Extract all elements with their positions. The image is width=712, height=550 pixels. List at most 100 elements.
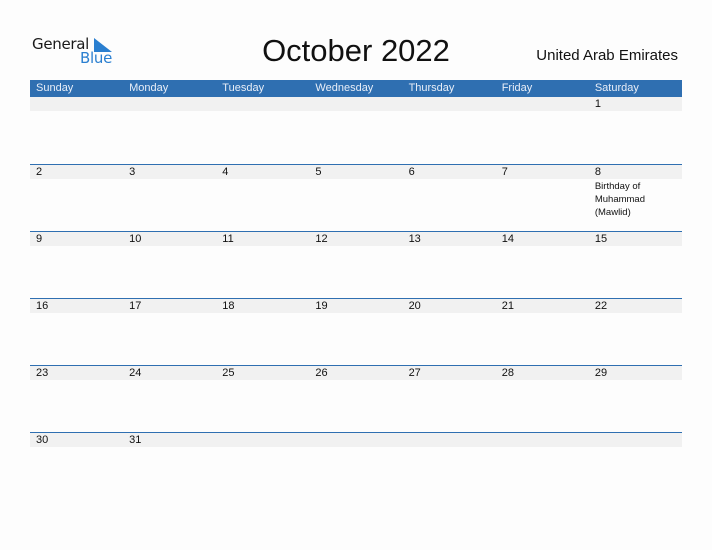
week-row: 1 <box>30 97 682 164</box>
day-number: 6 <box>408 166 415 178</box>
week-cells: 9 10 11 12 13 14 15 <box>30 232 682 246</box>
day-number: 4 <box>222 166 229 178</box>
day-number: 16 <box>36 300 49 312</box>
week-row: 23 24 25 26 27 28 29 <box>30 365 682 432</box>
day-number: 31 <box>129 434 142 446</box>
weeks-container: 1 2 3 4 5 6 7 8 Birthday of Muhammad (Mawlid) 9 10… <box>30 97 682 499</box>
day-cell: 7 <box>496 165 589 219</box>
day-number: 17 <box>129 300 142 312</box>
day-cell <box>30 97 123 111</box>
day-number: 22 <box>594 300 608 312</box>
day-number <box>502 97 589 111</box>
day-cell: 19 <box>309 299 402 313</box>
day-cell: 3 <box>123 165 216 219</box>
day-number: 21 <box>501 300 514 312</box>
day-cell: 2 <box>30 165 123 219</box>
country-label: United Arab Emirates <box>536 47 678 64</box>
day-cell: 29 <box>589 366 682 380</box>
day-number <box>129 97 216 111</box>
day-number: 12 <box>315 233 328 245</box>
day-number: 11 <box>222 233 234 245</box>
day-cell <box>589 433 682 447</box>
day-cell: 4 <box>216 165 309 219</box>
week-cells: 16 17 18 19 20 21 22 <box>30 299 682 313</box>
day-cell: 12 <box>309 232 402 246</box>
day-number <box>502 433 589 447</box>
day-cell <box>496 97 589 111</box>
day-number: 28 <box>501 367 514 379</box>
day-number <box>36 97 123 111</box>
day-number: 5 <box>315 166 322 178</box>
day-cell <box>403 97 496 111</box>
day-number <box>222 97 309 111</box>
day-cell: 24 <box>123 366 216 380</box>
day-number <box>409 433 496 447</box>
weekday-monday: Monday <box>129 82 169 94</box>
day-cell <box>309 97 402 111</box>
day-number: 2 <box>36 166 43 178</box>
day-cell: 21 <box>496 299 589 313</box>
day-number: 8 <box>594 166 601 178</box>
day-cell: 10 <box>123 232 216 246</box>
day-cell: 25 <box>216 366 309 380</box>
week-cells: 30 31 <box>30 433 682 447</box>
day-number: 9 <box>36 233 43 245</box>
day-cell: 30 <box>30 433 123 447</box>
holiday-event: Birthday of Muhammad (Mawlid) <box>594 181 646 218</box>
day-number: 13 <box>408 233 421 245</box>
week-cells: 1 <box>30 97 682 111</box>
day-number: 24 <box>129 367 142 379</box>
day-cell: 5 <box>309 165 402 219</box>
day-cell: 20 <box>403 299 496 313</box>
day-cell <box>216 97 309 111</box>
week-row: 16 17 18 19 20 21 22 <box>30 298 682 365</box>
weekday-wednesday: Wednesday <box>315 82 374 94</box>
day-cell: 31 <box>123 433 216 447</box>
day-cell: 13 <box>403 232 496 246</box>
day-number <box>595 433 682 447</box>
day-cell: 17 <box>123 299 216 313</box>
day-cell <box>309 433 402 447</box>
day-number <box>409 97 496 111</box>
day-number: 15 <box>594 233 608 245</box>
day-number: 29 <box>594 367 608 379</box>
day-cell: 11 <box>216 232 309 246</box>
day-cell: 23 <box>30 366 123 380</box>
day-number: 20 <box>408 300 421 312</box>
day-number: 14 <box>501 233 514 245</box>
day-cell: 9 <box>30 232 123 246</box>
day-number: 1 <box>594 98 601 110</box>
weekday-friday: Friday <box>501 82 533 94</box>
weekday-thursday: Thursday <box>408 82 455 94</box>
day-number <box>222 433 309 447</box>
day-cell: 18 <box>216 299 309 313</box>
weekday-saturday: Saturday <box>594 82 639 94</box>
day-number: 7 <box>501 166 508 178</box>
day-cell <box>403 433 496 447</box>
week-row: 2 3 4 5 6 7 8 Birthday of Muhammad (Mawlid) <box>30 164 682 231</box>
day-number: 23 <box>36 367 49 379</box>
weekday-sunday: Sunday <box>36 82 74 94</box>
day-cell: 28 <box>496 366 589 380</box>
day-number: 26 <box>315 367 328 379</box>
weekday-header: Sunday Monday Tuesday Wednesday Thursday… <box>30 80 682 97</box>
day-number: 18 <box>222 300 235 312</box>
day-number: 25 <box>222 367 235 379</box>
day-cell: 15 <box>589 232 682 246</box>
day-number <box>315 433 402 447</box>
day-cell: 1 <box>589 97 682 111</box>
day-cell: 16 <box>30 299 123 313</box>
day-cell: 14 <box>496 232 589 246</box>
day-cell: 8 Birthday of Muhammad (Mawlid) <box>589 165 682 219</box>
day-number: 19 <box>315 300 328 312</box>
day-cell: 22 <box>589 299 682 313</box>
day-number: 30 <box>36 434 49 446</box>
day-number: 27 <box>408 367 421 379</box>
day-cell: 6 <box>403 165 496 219</box>
week-row: 9 10 11 12 13 14 15 <box>30 231 682 298</box>
day-number: 3 <box>129 166 136 178</box>
day-cell <box>216 433 309 447</box>
week-cells: 2 3 4 5 6 7 8 Birthday of Muhammad (Mawlid) <box>30 165 682 219</box>
calendar-grid: Sunday Monday Tuesday Wednesday Thursday… <box>30 80 682 499</box>
week-cells: 23 24 25 26 27 28 29 <box>30 366 682 380</box>
